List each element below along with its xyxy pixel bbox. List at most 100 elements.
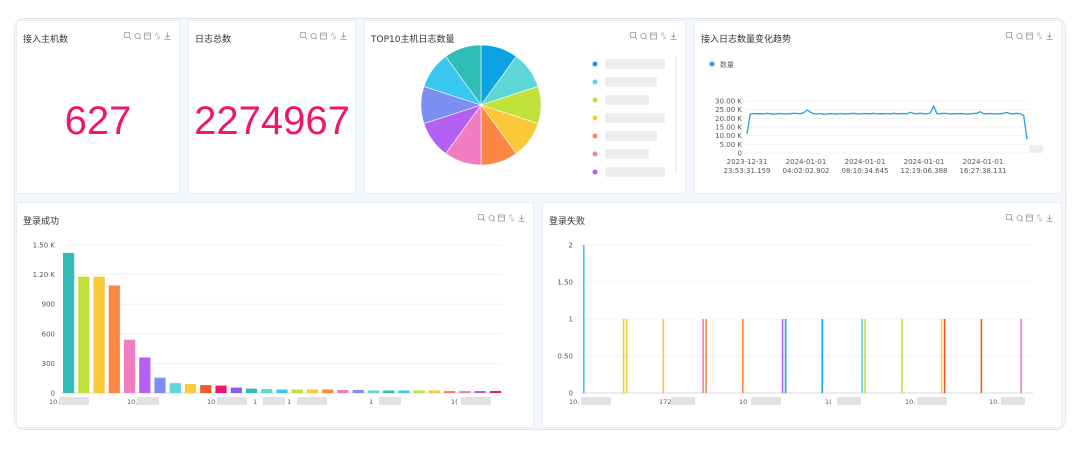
trend-chart: 数量 30.00 K25.00 K20.00 K15.00 K10.00 K5.0… bbox=[709, 60, 1043, 175]
legend-dot bbox=[709, 61, 715, 67]
blurred-label bbox=[59, 397, 89, 405]
y-tick-label: 0 bbox=[738, 150, 742, 158]
bar bbox=[940, 319, 943, 393]
y-tick-label: 1 bbox=[569, 316, 573, 324]
log-total-value: 2274967 bbox=[194, 99, 350, 143]
card-title: 日志总数 bbox=[195, 35, 232, 45]
bar bbox=[291, 389, 303, 393]
y-tick-label: 10.00 K bbox=[715, 132, 742, 140]
blurred-label bbox=[1001, 397, 1025, 405]
x-tick-label: 1 bbox=[287, 398, 291, 406]
refresh-icon[interactable] bbox=[154, 32, 161, 40]
x-tick-label: 1 bbox=[369, 398, 373, 406]
restore-icon[interactable] bbox=[134, 32, 141, 40]
bar bbox=[1020, 319, 1022, 393]
login-success-chart: 1.50 K1.20 K900600300010. 10. 10 1 1 1 1( bbox=[33, 242, 503, 406]
blurred-label bbox=[581, 397, 611, 405]
bar bbox=[276, 389, 288, 393]
y-tick-label: 5.00 K bbox=[720, 141, 743, 149]
card-login-fail: 登录失败 2 1.50 1 0.50 0 10. 172 10 1(10. 10. bbox=[542, 202, 1062, 428]
series-line bbox=[746, 104, 1028, 140]
x-tick-label: 172 bbox=[659, 398, 671, 406]
legend-label-blurred bbox=[605, 131, 657, 141]
bar bbox=[459, 391, 471, 393]
card-host-count: 接入主机数 627 bbox=[16, 20, 180, 194]
data-view-icon[interactable] bbox=[144, 32, 151, 40]
legend-label-blurred bbox=[605, 113, 665, 123]
bar bbox=[322, 389, 334, 393]
bar bbox=[78, 276, 90, 393]
x-tick-label: 12:19:06.388 bbox=[900, 167, 947, 175]
y-tick-label: 20.00 K bbox=[715, 115, 742, 123]
data-view-icon[interactable] bbox=[320, 32, 327, 40]
y-tick-label: 300 bbox=[42, 360, 55, 368]
login-fail-chart: 21.5010.50010. 172 10 1(10. 10. bbox=[557, 242, 1033, 406]
y-tick-label: 1.20 K bbox=[33, 271, 56, 279]
bar bbox=[702, 319, 704, 393]
legend-dot bbox=[592, 169, 598, 175]
card-title: 接入主机数 bbox=[23, 35, 69, 45]
legend-dot bbox=[592, 115, 598, 121]
bar bbox=[306, 389, 319, 393]
legend-label: 数量 bbox=[720, 60, 734, 69]
legend-label-blurred bbox=[605, 149, 649, 159]
bar bbox=[63, 252, 75, 393]
bar bbox=[413, 390, 425, 393]
y-tick-label: 0 bbox=[569, 390, 573, 398]
card-login-success: 登录成功 1.50 K 1.20 K 900 600 300 0 10. 10. 10 1 1 1 1( bbox=[16, 202, 534, 428]
bar bbox=[980, 319, 983, 393]
pie-chart bbox=[420, 44, 677, 177]
bar bbox=[139, 357, 151, 393]
blurred-label bbox=[917, 397, 947, 405]
x-tick-label: 10. bbox=[905, 398, 915, 406]
x-tick-label: 23:53:31.159 bbox=[723, 167, 770, 175]
legend-dot bbox=[592, 133, 598, 139]
x-tick-label: 1( bbox=[451, 398, 458, 406]
legend-label-blurred bbox=[605, 95, 649, 105]
download-icon[interactable] bbox=[340, 32, 347, 40]
download-icon[interactable] bbox=[164, 32, 171, 40]
y-tick-label: 1.50 bbox=[557, 279, 573, 287]
bar bbox=[861, 319, 863, 393]
bar bbox=[742, 319, 744, 393]
card-log-trend: 接入日志数量变化趋势 数量 30.00 K 25.00 K 20.00 K 15.00 … bbox=[694, 20, 1062, 194]
x-tick-label: 10. bbox=[49, 398, 59, 406]
bar bbox=[154, 377, 166, 393]
x-tick-label: 10 bbox=[207, 398, 215, 406]
bar bbox=[625, 319, 628, 393]
bar bbox=[230, 387, 242, 393]
zoom-icon[interactable] bbox=[124, 32, 131, 40]
x-tick-label: 10. bbox=[569, 398, 579, 406]
blurred-label bbox=[297, 397, 327, 405]
blurred-label bbox=[461, 397, 491, 405]
bar bbox=[428, 390, 440, 393]
zoom-icon[interactable] bbox=[300, 32, 307, 40]
toolbox bbox=[300, 32, 347, 40]
toolbox bbox=[124, 32, 171, 40]
blurred-label bbox=[263, 397, 285, 405]
y-tick-label: 0 bbox=[51, 390, 55, 398]
refresh-icon[interactable] bbox=[330, 32, 337, 40]
x-tick-label: 2024-01-01 bbox=[904, 158, 945, 166]
bar bbox=[169, 383, 181, 393]
x-tick-label: 2023-12-31 bbox=[727, 158, 768, 166]
blurred-label bbox=[217, 397, 247, 405]
bar bbox=[622, 319, 625, 393]
y-tick-label: 0.50 bbox=[557, 353, 573, 361]
bar bbox=[337, 390, 349, 393]
restore-icon[interactable] bbox=[310, 32, 317, 40]
y-tick-label: 900 bbox=[42, 301, 55, 309]
bar bbox=[781, 319, 784, 393]
blurred-label bbox=[751, 397, 781, 405]
bar bbox=[200, 385, 212, 393]
y-tick-label: 15.00 K bbox=[715, 124, 742, 132]
y-tick-label: 2 bbox=[569, 242, 573, 250]
y-tick-label: 1.50 K bbox=[33, 242, 56, 250]
legend-dot bbox=[592, 151, 598, 157]
x-tick-label: 2024-01-01 bbox=[786, 158, 827, 166]
bar bbox=[583, 245, 585, 393]
y-tick-label: 25.00 K bbox=[715, 106, 742, 114]
bar bbox=[215, 385, 227, 393]
bar bbox=[383, 390, 395, 393]
bar bbox=[245, 388, 258, 393]
